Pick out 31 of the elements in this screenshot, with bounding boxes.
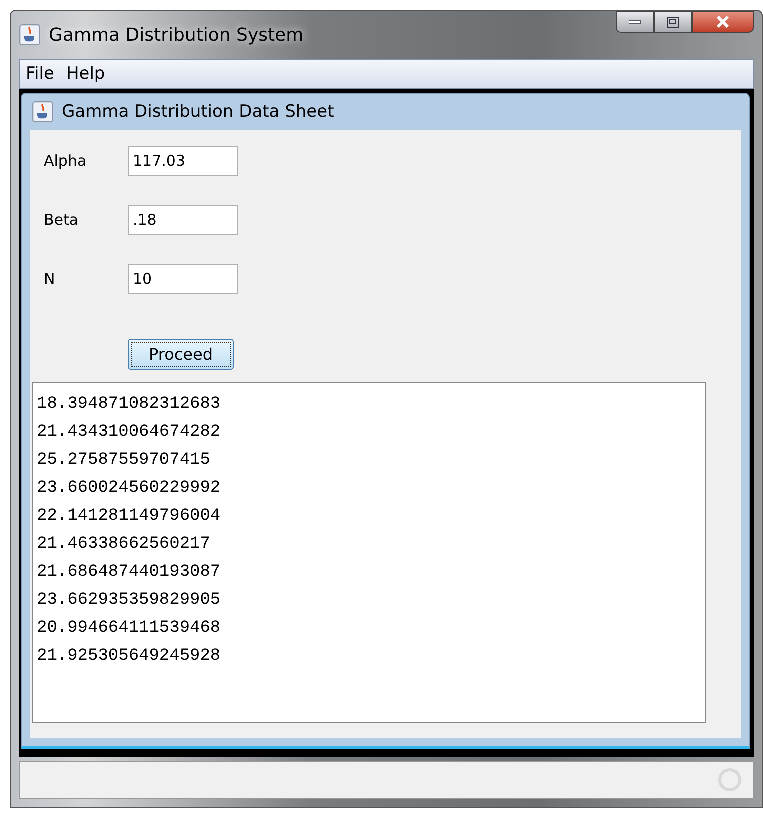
input-field[interactable]: 10 — [128, 264, 238, 294]
field-label: Alpha — [44, 152, 88, 170]
minimize-icon — [629, 19, 641, 25]
output-line: 21.434310064674282 — [37, 422, 222, 444]
coffee-cup-icon — [19, 24, 41, 46]
output-line: 21.46338662560217 — [37, 534, 212, 556]
menu-item[interactable]: Help — [66, 64, 106, 84]
output-line: 23.660024560229992 — [37, 478, 222, 500]
output-line: 21.925305649245928 — [37, 646, 222, 668]
field-label: N — [44, 270, 56, 288]
input-field[interactable]: .18 — [128, 205, 238, 235]
output-line: 23.662935359829905 — [37, 590, 222, 612]
output-area[interactable]: 18.394871082312683 21.434310064674282 25.27587559707415 23.660024560229992 22.141281149796004 21.46338662560217 21.686487440193087 23.662935359829905 20.994664111539468 21.925305649245928 — [32, 382, 706, 723]
close-button[interactable] — [692, 11, 754, 33]
minimize-button[interactable] — [616, 11, 654, 33]
output-line: 21.686487440193087 — [37, 562, 222, 584]
output-line: 25.27587559707415 — [37, 450, 212, 472]
output-line: 20.994664111539468 — [37, 618, 222, 640]
circle-icon — [717, 767, 743, 793]
maximize-button[interactable] — [654, 11, 692, 33]
output-line: 22.141281149796004 — [37, 506, 222, 528]
menu-item[interactable]: File — [26, 64, 54, 84]
frame-title: Gamma Distribution Data Sheet — [62, 102, 334, 122]
close-icon — [716, 16, 730, 28]
window-title: Gamma Distribution System — [49, 24, 304, 46]
coffee-cup-icon — [32, 101, 54, 123]
output-line: 18.394871082312683 — [37, 394, 222, 416]
proceed-button[interactable]: Proceed — [128, 339, 234, 370]
maximize-icon — [667, 16, 679, 28]
input-field[interactable]: 117.03 — [128, 146, 238, 176]
field-label: Beta — [44, 211, 80, 229]
